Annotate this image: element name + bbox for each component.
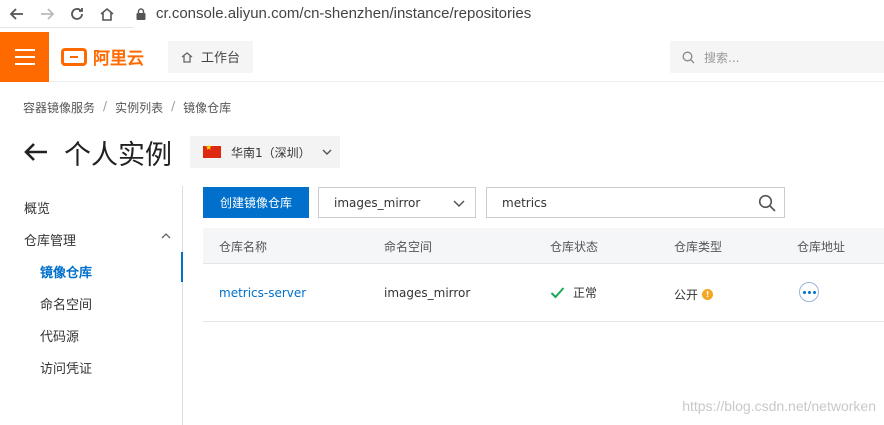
- workbench-label: 工作台: [201, 51, 241, 66]
- sidebar: 概览 仓库管理 镜像仓库 命名空间 代码源 访问凭证: [0, 186, 183, 425]
- column-header: 仓库名称: [219, 240, 268, 254]
- warning-icon[interactable]: !: [702, 289, 714, 300]
- table-row: metrics-server images_mirror 正常 公开 !: [203, 264, 884, 322]
- sidebar-item-overview[interactable]: 概览: [24, 198, 50, 217]
- search-icon: [682, 51, 695, 63]
- reload-button[interactable]: [64, 1, 90, 27]
- logo-text: 阿里云: [93, 49, 144, 69]
- breadcrumb: 容器镜像服务 / 实例列表 / 镜像仓库: [23, 99, 231, 116]
- address-bar[interactable]: cr.console.aliyun.com/cn-shenzhen/instan…: [134, 0, 884, 28]
- chevron-down-icon: [322, 149, 332, 155]
- breadcrumb-separator: /: [103, 99, 108, 113]
- hamburger-icon-line: [14, 62, 35, 65]
- chevron-down-icon: [453, 200, 465, 208]
- dot-icon: [802, 290, 806, 294]
- china-flag-icon: [203, 143, 221, 158]
- reload-icon: [71, 7, 83, 20]
- aliyun-logo-icon: [61, 47, 87, 66]
- browser-toolbar: cr.console.aliyun.com/cn-shenzhen/instan…: [0, 0, 884, 28]
- repo-namespace: images_mirror: [384, 286, 471, 300]
- page-title: 个人实例: [64, 139, 172, 171]
- column-header: 仓库状态: [550, 240, 599, 254]
- region-selector[interactable]: 华南1（深圳）: [190, 136, 340, 168]
- repo-name-link[interactable]: metrics-server: [219, 286, 306, 300]
- dot-icon: [812, 290, 816, 294]
- aliyun-logo[interactable]: 阿里云: [61, 44, 144, 69]
- home-icon: [181, 51, 193, 63]
- console-header: 阿里云 工作台 搜索...: [0, 31, 884, 82]
- table-header: 仓库名称 命名空间 仓库状态 仓库类型 仓库地址: [203, 228, 884, 264]
- sidebar-item-repo-management[interactable]: 仓库管理: [24, 230, 76, 249]
- breadcrumb-item[interactable]: 容器镜像服务: [23, 99, 95, 116]
- home-icon: [100, 7, 114, 21]
- arrow-left-icon: [9, 7, 23, 20]
- repo-status-label: 正常: [573, 286, 598, 300]
- workbench-button[interactable]: 工作台: [168, 40, 254, 73]
- repo-type: 公开 !: [674, 286, 714, 303]
- breadcrumb-separator: /: [171, 99, 176, 113]
- breadcrumb-item: 镜像仓库: [183, 101, 232, 115]
- column-header: 命名空间: [384, 240, 433, 254]
- repo-status: 正常: [550, 284, 597, 301]
- sidebar-item-code-source[interactable]: 代码源: [40, 326, 79, 345]
- create-repo-button[interactable]: 创建镜像仓库: [203, 187, 309, 218]
- sidebar-item-namespaces[interactable]: 命名空间: [40, 294, 92, 313]
- repo-type-label: 公开: [674, 288, 699, 302]
- watermark-text: https://blog.csdn.net/networken: [682, 398, 876, 414]
- namespace-select[interactable]: images_mirror: [318, 187, 476, 218]
- column-header: 仓库地址: [797, 240, 846, 254]
- back-nav-button[interactable]: [4, 1, 30, 27]
- breadcrumb-item[interactable]: 实例列表: [115, 99, 163, 116]
- sidebar-item-access-credentials[interactable]: 访问凭证: [40, 358, 92, 377]
- hamburger-menu-button[interactable]: [0, 31, 49, 82]
- repo-search-value: metrics: [502, 195, 547, 210]
- column-header: 仓库类型: [674, 240, 723, 254]
- global-search-input[interactable]: 搜索...: [670, 41, 884, 73]
- hamburger-icon-line: [14, 48, 35, 51]
- forward-nav-button[interactable]: [34, 1, 60, 27]
- page-title-row: 个人实例 华南1（深圳）: [22, 134, 340, 171]
- region-label: 华南1（深圳）: [231, 145, 311, 160]
- search-placeholder: 搜索...: [704, 50, 740, 65]
- search-icon[interactable]: [758, 194, 776, 212]
- check-icon: [550, 287, 565, 299]
- lock-icon: [136, 7, 146, 20]
- home-button[interactable]: [94, 1, 120, 27]
- arrow-right-icon: [41, 7, 55, 20]
- url-text: cr.console.aliyun.com/cn-shenzhen/instan…: [156, 5, 532, 22]
- back-arrow-icon[interactable]: [22, 138, 50, 166]
- more-options-button[interactable]: [799, 282, 819, 302]
- sidebar-active-indicator: [181, 252, 183, 282]
- namespace-select-value: images_mirror: [334, 195, 421, 210]
- dot-icon: [807, 290, 811, 294]
- hamburger-icon-line: [14, 55, 35, 58]
- repo-search-input[interactable]: metrics: [486, 187, 785, 218]
- chevron-up-icon[interactable]: [160, 230, 172, 242]
- sidebar-item-image-repos[interactable]: 镜像仓库: [40, 262, 92, 281]
